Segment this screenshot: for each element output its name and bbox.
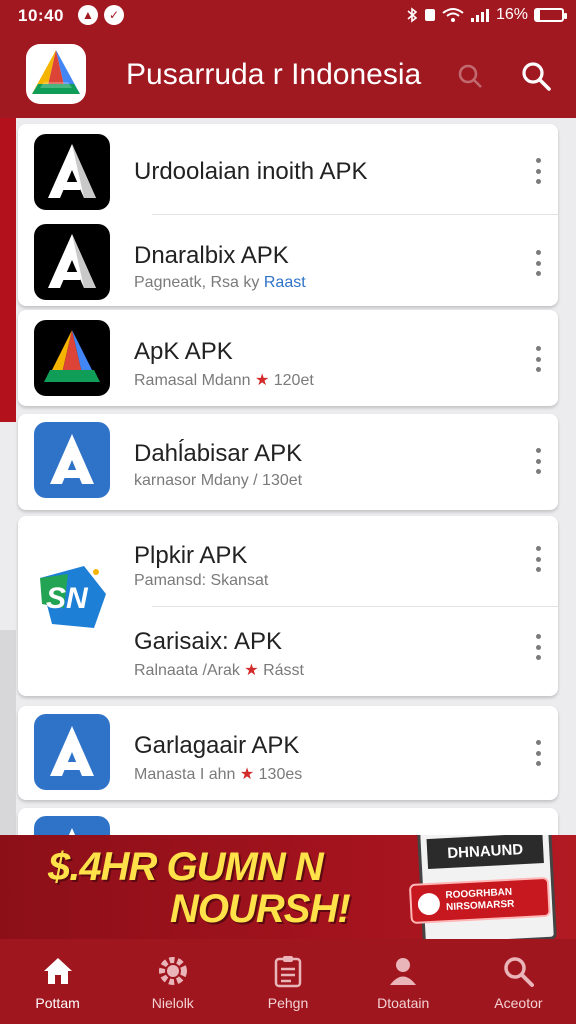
app-title[interactable]: Garlagaair APK <box>134 732 299 760</box>
app-title[interactable]: ApK APK <box>134 338 233 366</box>
nav-label: Nielolk <box>151 995 194 1011</box>
nav-label: Dtoatain <box>377 995 430 1011</box>
promo-banner[interactable]: $.4HR GUMN N NOURSH! DHNAUND ROOGRHBAN N… <box>0 835 576 939</box>
app-list: Urdoolaian inoith APK Dnaralbix APK Pagn… <box>0 118 576 892</box>
app-icon-blue <box>34 714 110 790</box>
nav-item-clipboard[interactable]: Pehgn <box>230 939 345 1024</box>
more-options-button[interactable] <box>532 346 544 372</box>
nav-label: Aceotor <box>494 995 543 1011</box>
gear-icon <box>155 953 191 989</box>
badge-logo-icon <box>417 892 441 916</box>
more-options-button[interactable] <box>532 158 544 184</box>
app-subtitle: Pagneatk, Rsa ky Raast <box>134 274 306 291</box>
banner-headline: $.4HR GUMN N <box>48 845 324 889</box>
search-button[interactable] <box>514 54 558 98</box>
sim-icon <box>424 9 435 21</box>
app-icon-colorful <box>34 320 110 396</box>
banner-product-card: DHNAUND ROOGRHBAN NIRSOMARSR <box>408 835 557 939</box>
app-list-card: SN Plpkir APK Pamansd: Skansat Garisaix:… <box>18 516 558 696</box>
nav-item-search[interactable]: Aceotor <box>461 939 576 1024</box>
nav-label: Pehgn <box>267 995 309 1011</box>
app-subtitle: karnasor Mdany / 130et <box>134 472 303 489</box>
banner-subheadline: NOURSH! <box>170 887 351 931</box>
app-title[interactable]: Dahĺabisar APK <box>134 440 302 468</box>
svg-text:SN: SN <box>46 582 89 615</box>
clipboard-icon <box>270 953 306 989</box>
divider <box>152 606 558 607</box>
app-icon-blue <box>34 422 110 498</box>
divider <box>152 214 558 215</box>
more-options-button[interactable] <box>532 448 544 474</box>
app-title[interactable]: Urdoolaian inoith APK <box>134 158 367 186</box>
status-indicators: 16% <box>406 6 567 24</box>
app-title[interactable]: Dnaralbix APK <box>134 242 289 270</box>
banner-badge: ROOGRHBAN NIRSOMARSR <box>408 876 551 925</box>
notification-icon: ✓ <box>104 5 124 25</box>
more-options-button[interactable] <box>532 740 544 766</box>
notification-icons: ▲ ✓ <box>78 5 124 25</box>
search-icon <box>522 62 551 91</box>
app-subtitle: Ralnaata /Arak ★ Rásst <box>134 662 304 679</box>
app-tag: Raast <box>263 274 306 291</box>
star-icon: ★ <box>254 372 270 389</box>
app-title[interactable]: Plpkir APK <box>134 542 247 570</box>
home-icon <box>40 953 76 989</box>
banner-card-title: DHNAUND <box>426 835 544 870</box>
more-options-button[interactable] <box>532 546 544 572</box>
app-icon-a <box>34 224 110 300</box>
app-list-card: Dahĺabisar APK karnasor Mdany / 130et <box>18 414 558 510</box>
wifi-icon <box>442 8 464 22</box>
bottom-nav: Pottam Nielolk Pehgn Dtoatain Aceotor <box>0 939 576 1024</box>
app-logo <box>26 44 86 104</box>
status-bar: 10:40 ▲ ✓ 16% <box>0 0 576 34</box>
app-icon-sn: SN <box>34 558 110 634</box>
status-time: 10:40 <box>18 6 64 25</box>
nav-label: Pottam <box>35 995 80 1011</box>
nav-item-profile[interactable]: Dtoatain <box>346 939 461 1024</box>
app-list-card: Urdoolaian inoith APK Dnaralbix APK Pagn… <box>18 124 558 306</box>
search-icon[interactable] <box>450 56 490 96</box>
signal-icon <box>470 9 489 22</box>
app-subtitle: Pamansd: Skansat <box>134 572 269 589</box>
nav-item-home[interactable]: Pottam <box>0 939 115 1024</box>
app-subtitle: Ramasal Mdann ★ 120et <box>134 372 314 389</box>
person-icon <box>385 953 421 989</box>
search-icon <box>500 953 536 989</box>
bluetooth-icon <box>407 7 418 23</box>
star-icon: ★ <box>239 766 255 783</box>
page-title: Pusarruda r Indonesia <box>126 58 422 91</box>
star-icon: ★ <box>244 662 259 679</box>
more-options-button[interactable] <box>532 250 544 276</box>
more-options-button[interactable] <box>532 634 544 660</box>
app-icon-a <box>34 134 110 210</box>
app-list-card: Garlagaair APK Manasta I ahn ★ 130es <box>18 706 558 800</box>
battery-percent: 16% <box>495 6 528 23</box>
app-title[interactable]: Garisaix: APK <box>134 628 282 656</box>
app-subtitle: Manasta I ahn ★ 130es <box>134 766 303 783</box>
battery-icon <box>534 8 567 22</box>
notification-icon: ▲ <box>78 5 98 25</box>
app-bar: Pusarruda r Indonesia <box>0 34 576 118</box>
app-list-card: ApK APK Ramasal Mdann ★ 120et <box>18 310 558 406</box>
nav-item-settings[interactable]: Nielolk <box>115 939 230 1024</box>
